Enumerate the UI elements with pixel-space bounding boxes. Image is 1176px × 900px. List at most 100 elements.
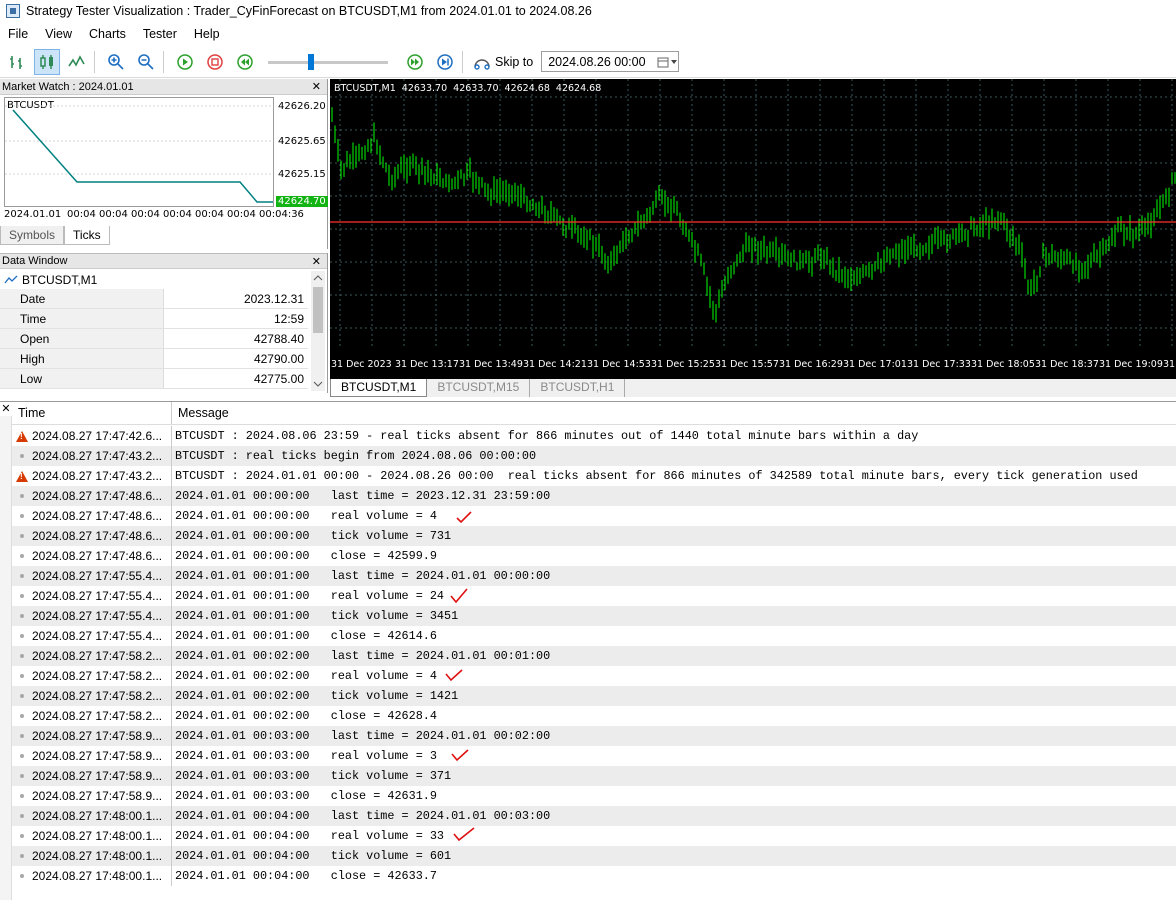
data-row-high: High 42790.00 [0,349,308,369]
log-row[interactable]: 2024.08.27 17:47:43.2... BTCUSDT : real t… [12,446,1176,466]
menu-tester[interactable]: Tester [135,27,186,41]
log-row[interactable]: 2024.08.27 17:47:55.4... 2024.01.01 00:01… [12,586,1176,606]
scrollbar-thumb[interactable] [313,287,323,333]
log-row[interactable]: 2024.08.27 17:47:58.9... 2024.01.01 00:03… [12,726,1176,746]
skip-to-group: Skip to 2024.08.26 00:00 [473,51,680,72]
log-row[interactable]: 2024.08.27 17:47:58.9... 2024.01.01 00:03… [12,746,1176,766]
speed-slider-thumb[interactable] [308,53,314,70]
log-row[interactable]: 2024.08.27 17:47:58.2... 2024.01.01 00:02… [12,706,1176,726]
column-header-time[interactable]: Time [12,402,172,424]
toolbar-separator [163,50,164,73]
price-label: 42625.65 [278,136,326,147]
log-row[interactable]: 2024.08.27 17:48:00.1... 2024.01.01 00:04… [12,826,1176,846]
time-label: 00:04 [227,209,256,220]
log-row[interactable]: 2024.08.27 17:47:42.6...BTCUSDT : 2024.0… [12,426,1176,446]
column-header-message[interactable]: Message [172,406,229,420]
log-row[interactable]: 2024.08.27 17:47:48.6... 2024.01.01 00:00… [12,526,1176,546]
log-message: 2024.01.01 00:00:00 close = 42599.9 [175,549,437,563]
price-chart[interactable]: 31 Dec 2023 31 Dec 13:17 31 Dec 13:49 31 De… [330,79,1176,379]
log-message: 2024.01.01 00:01:00 tick volume = 3451 [175,609,459,623]
log-row[interactable]: 2024.08.27 17:47:55.4... 2024.01.01 00:01… [12,626,1176,646]
log-row[interactable]: 2024.08.27 17:47:55.4... 2024.01.01 00:01… [12,606,1176,626]
faster-button[interactable] [402,49,428,75]
log-row[interactable]: 2024.08.27 17:48:00.1... 2024.01.01 00:04… [12,846,1176,866]
log-time: 2024.08.27 17:47:48.6... [32,486,172,506]
menu-view[interactable]: View [37,27,81,41]
info-dot-icon [12,674,32,678]
data-value: 2023.12.31 [243,291,304,306]
log-row[interactable]: 2024.08.27 17:47:58.2... 2024.01.01 00:02… [12,646,1176,666]
time-label: 00:04 [99,209,128,220]
log-time: 2024.08.27 17:47:43.2... [32,446,172,466]
line-chart-icon [68,54,85,67]
price-chart-canvas[interactable]: 31 Dec 2023 31 Dec 13:17 31 Dec 13:49 31 De… [330,79,1176,379]
log-message: 2024.01.01 00:03:00 close = 42631.9 [175,789,437,803]
log-row[interactable]: 2024.08.27 17:48:00.1... 2024.01.01 00:04… [12,806,1176,826]
play-button[interactable] [172,49,198,75]
log-row[interactable]: 2024.08.27 17:47:58.9... 2024.01.01 00:03… [12,766,1176,786]
data-value: 42775.00 [253,371,304,386]
log-row[interactable]: 2024.08.27 17:47:48.6... 2024.01.01 00:00… [12,506,1176,526]
menu-file[interactable]: File [0,27,37,41]
menu-charts[interactable]: Charts [81,27,135,41]
log-row[interactable]: 2024.08.27 17:47:55.4... 2024.01.01 00:01… [12,566,1176,586]
candlestick-button[interactable] [34,48,60,75]
step-forward-button[interactable] [432,49,458,75]
log-time: 2024.08.27 17:47:58.2... [32,686,172,706]
info-dot-icon [12,814,32,818]
log-time: 2024.08.27 17:47:43.2... [32,466,172,486]
zoom-in-button[interactable] [103,49,129,75]
log-message: 2024.01.01 00:04:00 real volume = 33 [175,829,445,843]
tab-btcusdt-m15[interactable]: BTCUSDT,M15 [427,379,531,397]
close-icon[interactable]: ✕ [0,402,12,416]
warning-icon [12,470,32,482]
log-row[interactable]: 2024.08.27 17:47:58.2... 2024.01.01 00:02… [12,666,1176,686]
log-time: 2024.08.27 17:47:48.6... [32,526,172,546]
price-label: 42625.15 [278,169,326,180]
log-message: 2024.01.01 00:01:00 last time = 2024.01.… [175,569,551,583]
fast-forward-icon [407,53,423,70]
info-dot-icon [12,874,32,878]
slower-button[interactable] [232,49,258,75]
time-axis-label: 31 Dec 2023 [331,359,392,370]
menu-bar: File View Charts Tester Help [0,23,1176,45]
tab-btcusdt-h1[interactable]: BTCUSDT,H1 [530,379,626,397]
zoom-out-button[interactable] [133,49,159,75]
bar-chart-button[interactable] [4,49,30,75]
stop-button[interactable] [202,49,228,75]
tab-btcusdt-m1[interactable]: BTCUSDT,M1 [330,379,428,397]
red-check-mark [453,827,475,842]
log-row[interactable]: 2024.08.27 17:48:00.1... 2024.01.01 00:04… [12,866,1176,886]
log-row[interactable]: 2024.08.27 17:47:58.2... 2024.01.01 00:02… [12,686,1176,706]
warning-icon [12,430,32,442]
toolbar: Skip to 2024.08.26 00:00 [0,46,1176,78]
speed-slider-track [268,60,388,64]
log-message: 2024.01.01 00:04:00 tick volume = 601 [175,849,452,863]
data-window-symbol-row[interactable]: BTCUSDT,M1 [0,270,97,290]
log-time: 2024.08.27 17:47:55.4... [32,566,172,586]
line-chart-button[interactable] [64,49,90,75]
data-window-scrollbar[interactable] [311,271,325,391]
chevron-down-icon[interactable] [311,379,325,389]
calendar-dropdown[interactable] [657,56,678,68]
log-message: 2024.01.01 00:01:00 close = 42614.6 [175,629,437,643]
tab-symbols[interactable]: Symbols [0,226,65,245]
log-row[interactable]: 2024.08.27 17:47:58.9... 2024.01.01 00:03… [12,786,1176,806]
chevron-up-icon[interactable] [311,273,325,283]
log-row[interactable]: 2024.08.27 17:47:48.6... 2024.01.01 00:00… [12,546,1176,566]
data-key: Time [0,309,164,328]
close-icon[interactable]: ✕ [312,80,321,93]
info-dot-icon [12,774,32,778]
log-row[interactable]: 2024.08.27 17:47:43.2...BTCUSDT : 2024.0… [12,466,1176,486]
menu-help[interactable]: Help [186,27,229,41]
time-label: 00:04 [67,209,96,220]
tab-ticks[interactable]: Ticks [64,226,110,245]
data-key: Open [0,329,164,348]
time-axis-label: 31 Dec 13:17 [395,359,459,370]
close-icon[interactable]: ✕ [312,255,321,268]
app-icon [6,4,20,18]
speed-slider[interactable] [268,52,388,72]
skip-to-date-field[interactable]: 2024.08.26 00:00 [541,51,680,72]
log-row[interactable]: 2024.08.27 17:47:48.6... 2024.01.01 00:00… [12,486,1176,506]
log-time: 2024.08.27 17:47:55.4... [32,626,172,646]
